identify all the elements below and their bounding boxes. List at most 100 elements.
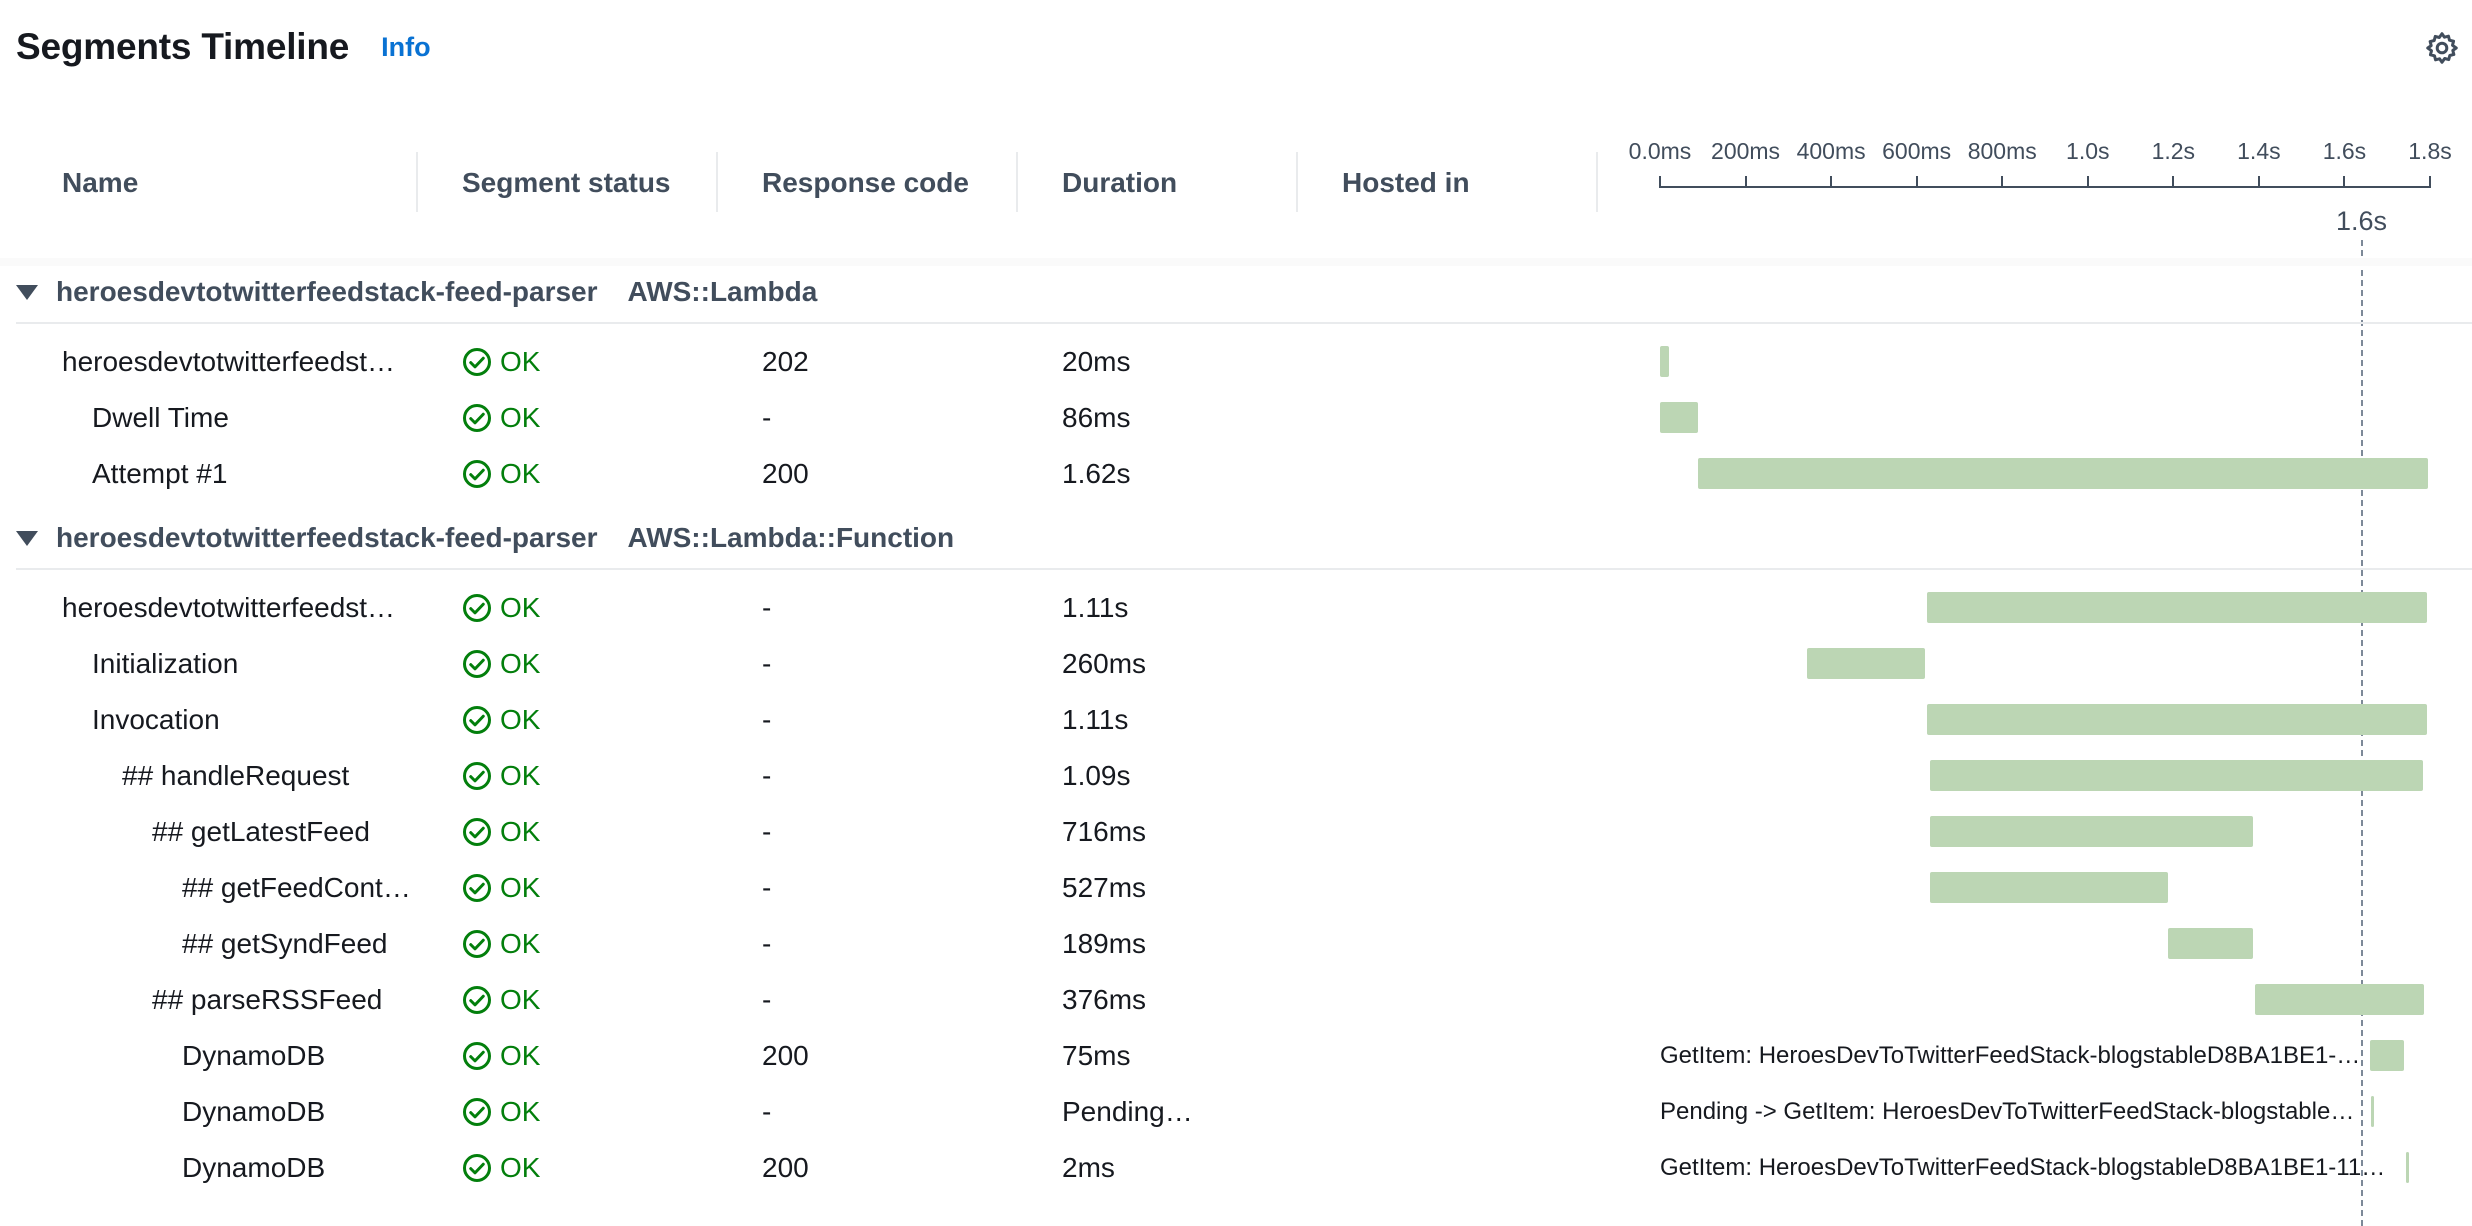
segment-name[interactable]: heroesdevtotwitterfeedst… xyxy=(62,580,416,636)
column-divider[interactable] xyxy=(416,152,418,212)
status-text: OK xyxy=(500,458,541,489)
segment-bar[interactable] xyxy=(2371,1096,2375,1127)
segment-status: OK xyxy=(462,636,540,692)
column-divider[interactable] xyxy=(1596,152,1598,212)
segment-bar[interactable] xyxy=(1929,816,2254,847)
segment-name[interactable]: Initialization xyxy=(92,636,416,692)
group-divider xyxy=(16,322,2472,324)
table-row[interactable]: ## handleRequest OK - 1.09s xyxy=(0,748,2472,804)
table-row[interactable]: heroesdevtotwitterfeedst… OK - 1.11s xyxy=(0,580,2472,636)
axis-tick-label: 0.0ms xyxy=(1628,138,1692,164)
gear-icon[interactable] xyxy=(2424,30,2460,66)
table-row[interactable]: ## getFeedCont… OK - 527ms xyxy=(0,860,2472,916)
check-circle-icon xyxy=(463,460,491,488)
segment-name[interactable]: DynamoDB xyxy=(182,1084,416,1140)
table-row[interactable]: ## getSyndFeed OK - 189ms xyxy=(0,916,2472,972)
segment-bar[interactable] xyxy=(1929,872,2168,903)
segment-bar[interactable] xyxy=(1929,760,2423,791)
segment-name[interactable]: ## getFeedCont… xyxy=(182,860,416,916)
segment-status: OK xyxy=(462,1140,540,1196)
group-name: heroesdevtotwitterfeedstack-feed-parser xyxy=(56,522,598,553)
column-divider[interactable] xyxy=(1016,152,1018,212)
axis-tick-label: 1.0s xyxy=(2066,138,2110,164)
segment-name[interactable]: Attempt #1 xyxy=(92,446,416,502)
check-circle-icon xyxy=(463,594,491,622)
status-text: OK xyxy=(500,1040,541,1071)
status-text: OK xyxy=(500,704,541,735)
caret-down-icon[interactable] xyxy=(16,284,38,300)
segment-name[interactable]: heroesdevtotwitterfeedst… xyxy=(62,334,416,390)
column-header-hosted-in[interactable]: Hosted in xyxy=(1342,140,1470,225)
column-divider[interactable] xyxy=(1296,152,1298,212)
axis-tick xyxy=(2257,176,2260,188)
duration: 2ms xyxy=(1062,1152,1115,1183)
info-link[interactable]: Info xyxy=(381,32,430,63)
segment-status: OK xyxy=(462,334,540,390)
check-circle-icon xyxy=(463,930,491,958)
segment-name[interactable]: ## getLatestFeed xyxy=(152,804,416,860)
segment-name[interactable]: ## handleRequest xyxy=(122,748,416,804)
segment-name[interactable]: DynamoDB xyxy=(182,1140,416,1196)
column-header-segment-status[interactable]: Segment status xyxy=(462,140,671,225)
status-text: OK xyxy=(500,1152,541,1183)
duration: 20ms xyxy=(1062,346,1131,377)
axis-tick xyxy=(2172,176,2175,188)
segment-name[interactable]: Invocation xyxy=(92,692,416,748)
column-header-response-code[interactable]: Response code xyxy=(762,140,969,225)
segment-bar[interactable] xyxy=(1660,402,1698,433)
segment-status: OK xyxy=(462,1028,540,1084)
status-text: OK xyxy=(500,872,541,903)
table-row[interactable]: DynamoDB OK 200 2ms GetItem: HeroesDevToTwit… xyxy=(0,1140,2472,1196)
table-row[interactable]: Dwell Time OK - 86ms xyxy=(0,390,2472,446)
segment-bar[interactable] xyxy=(1926,592,2428,623)
segment-bar[interactable] xyxy=(2370,1040,2404,1071)
segment-group-header[interactable]: heroesdevtotwitterfeedstack-feed-parser A… xyxy=(16,264,817,320)
table-row[interactable]: ## getLatestFeed OK - 716ms xyxy=(0,804,2472,860)
status-text: OK xyxy=(500,816,541,847)
segment-name[interactable]: ## parseRSSFeed xyxy=(152,972,416,1028)
segment-name[interactable]: ## getSyndFeed xyxy=(182,916,416,972)
table-row[interactable]: Initialization OK - 260ms xyxy=(0,636,2472,692)
response-code: - xyxy=(762,872,772,903)
segment-bar[interactable] xyxy=(1807,648,1925,679)
response-code: - xyxy=(762,402,772,433)
table-row[interactable]: DynamoDB OK - Pending… Pending -> GetItem: H… xyxy=(0,1084,2472,1140)
response-code: - xyxy=(762,1096,772,1127)
status-text: OK xyxy=(500,1096,541,1127)
duration: 86ms xyxy=(1062,402,1131,433)
segment-group-header[interactable]: heroesdevtotwitterfeedstack-feed-parser A… xyxy=(16,510,954,566)
table-row[interactable]: ## parseRSSFeed OK - 376ms xyxy=(0,972,2472,1028)
segment-status: OK xyxy=(462,692,540,748)
check-circle-icon xyxy=(463,986,491,1014)
segment-bar[interactable] xyxy=(2254,984,2425,1015)
check-circle-icon xyxy=(463,650,491,678)
segment-bar[interactable] xyxy=(1926,704,2428,735)
axis-tick-label: 200ms xyxy=(1711,138,1781,164)
segment-bar[interactable] xyxy=(1660,346,1669,377)
segment-bar[interactable] xyxy=(2406,1152,2410,1183)
response-code: - xyxy=(762,928,772,959)
axis-tick xyxy=(2429,176,2431,188)
segment-name[interactable]: DynamoDB xyxy=(182,1028,416,1084)
check-circle-icon xyxy=(463,874,491,902)
column-header-duration[interactable]: Duration xyxy=(1062,140,1177,225)
group-name: heroesdevtotwitterfeedstack-feed-parser xyxy=(56,276,598,307)
segment-name[interactable]: Dwell Time xyxy=(92,390,416,446)
segment-bar[interactable] xyxy=(1697,458,2428,489)
segment-bar[interactable] xyxy=(2167,928,2254,959)
response-code: - xyxy=(762,816,772,847)
status-text: OK xyxy=(500,648,541,679)
segment-bar-label: GetItem: HeroesDevToTwitterFeedStack-blo… xyxy=(1660,1042,2361,1069)
check-circle-icon xyxy=(463,706,491,734)
caret-down-icon[interactable] xyxy=(16,530,38,546)
page-title: Segments Timeline xyxy=(16,26,350,67)
table-row[interactable]: heroesdevtotwitterfeedst… OK 202 20ms xyxy=(0,334,2472,390)
table-row[interactable]: Attempt #1 OK 200 1.62s xyxy=(0,446,2472,502)
group-type: AWS::Lambda xyxy=(627,276,818,307)
segment-status: OK xyxy=(462,972,540,1028)
table-row[interactable]: Invocation OK - 1.11s xyxy=(0,692,2472,748)
response-code: 200 xyxy=(762,1040,809,1071)
column-header-name[interactable]: Name xyxy=(62,140,138,225)
column-divider[interactable] xyxy=(716,152,718,212)
table-row[interactable]: DynamoDB OK 200 75ms GetItem: HeroesDevToTwi… xyxy=(0,1028,2472,1084)
